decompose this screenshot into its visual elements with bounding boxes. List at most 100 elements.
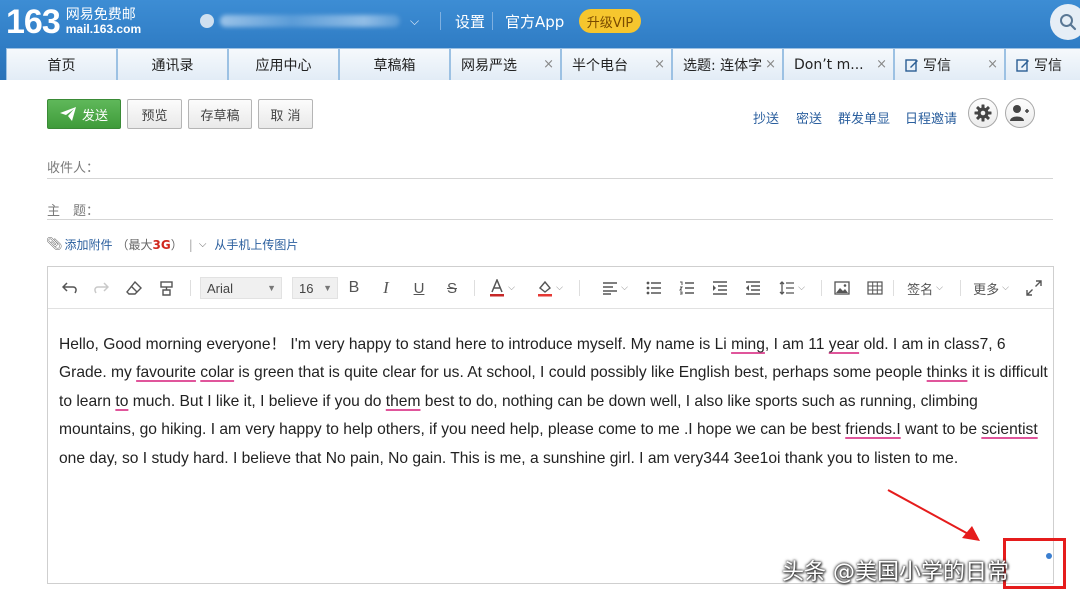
chevron-down-icon: ⌵ (410, 13, 420, 28)
bcc-link[interactable]: 密送 (796, 108, 822, 127)
editor-toolbar: Arial ▼ 16 ▼ B I U S ⌵ ⌵ ⌵ ⌵ 签名 ⌵ 更多 ⌵ (48, 267, 1053, 309)
send-button[interactable]: 发送 (47, 99, 121, 129)
tab-label: 通讯录 (151, 57, 194, 74)
body-text-segment: much. But I like it, I believe if you do (128, 392, 386, 410)
logo[interactable]: 163 网易免费邮 mail.163.com (6, 2, 141, 42)
close-icon[interactable]: × (987, 57, 998, 72)
font-family-value: Arial (207, 280, 234, 296)
tab-compose-2[interactable]: 写信 (1005, 48, 1080, 80)
tab-dont[interactable]: Don’t m... × (783, 48, 894, 80)
toolbar-divider (893, 280, 894, 296)
attachment-divider: | (188, 237, 193, 252)
indent-icon[interactable] (710, 278, 730, 298)
save-draft-button[interactable]: 存草稿 (188, 99, 252, 129)
italic-icon[interactable]: I (376, 278, 396, 298)
close-icon[interactable]: × (876, 57, 887, 72)
eraser-icon[interactable] (124, 278, 144, 298)
header-divider (492, 12, 493, 30)
body-text-segment: is green that is quite clear for us. At … (234, 364, 927, 382)
attachment-bar: 📎︎ 添加附件 （最大3G） | ⌵ 从手机上传图片 (46, 236, 298, 253)
misspelled-word: ming (731, 336, 765, 353)
preview-button[interactable]: 预览 (127, 99, 182, 129)
close-icon[interactable]: × (654, 57, 665, 72)
close-icon[interactable]: × (765, 57, 776, 72)
send-icon (59, 107, 76, 121)
more-menu[interactable]: 更多 ⌵ (970, 278, 1012, 298)
tab-contacts[interactable]: 通讯录 (117, 48, 228, 80)
add-user-icon (1010, 105, 1029, 121)
highlight-color-icon[interactable]: ⌵ (532, 278, 568, 298)
misspelled-word: scientist (981, 421, 1038, 439)
chevron-down-icon[interactable]: ⌵ (199, 239, 207, 250)
tab-topic[interactable]: 选题: 连体字 × (672, 48, 783, 80)
upgrade-vip-button[interactable]: 升级VIP (579, 9, 641, 33)
account-menu[interactable]: ⌵ (200, 10, 419, 32)
more-label: 更多 (973, 282, 1000, 298)
tab-label: 写信 (1034, 57, 1062, 74)
format-painter-icon[interactable] (157, 278, 177, 298)
paperclip-icon: 📎︎ (46, 237, 63, 252)
account-name-blurred (220, 15, 400, 27)
email-body[interactable]: Hello, Good morning everyone！ I'm very h… (59, 331, 1049, 473)
font-color-icon[interactable]: ⌵ (484, 278, 520, 298)
top-header: 163 网易免费邮 mail.163.com ⌵ 设置 官方App 升级VIP … (0, 0, 1080, 80)
settings-link[interactable]: 设置 (455, 11, 485, 32)
add-attachment-link[interactable]: 添加附件 (65, 236, 113, 253)
tab-radio[interactable]: 半个电台 × (561, 48, 672, 80)
tab-app-center[interactable]: 应用中心 (228, 48, 339, 80)
subject-input[interactable] (47, 219, 1053, 220)
line-height-icon[interactable]: ⌵ (774, 278, 810, 298)
search-button[interactable] (1050, 4, 1080, 40)
align-icon[interactable]: ⌵ (597, 278, 633, 298)
outdent-icon[interactable] (743, 278, 763, 298)
annotation-arrow (887, 489, 980, 541)
toolbar-divider (960, 280, 961, 296)
limit-suffix: ） (170, 238, 183, 252)
bulleted-list-icon[interactable] (644, 278, 664, 298)
send-label: 发送 (81, 108, 108, 124)
cc-link[interactable]: 抄送 (753, 108, 779, 127)
tab-home[interactable]: 首页 (6, 48, 117, 80)
signature-menu[interactable]: 签名 ⌵ (904, 278, 946, 298)
cancel-button[interactable]: 取 消 (258, 99, 313, 129)
logo-number: 163 (6, 2, 61, 41)
close-icon[interactable]: × (543, 57, 554, 72)
tab-label: 首页 (47, 57, 76, 74)
individual-send-link[interactable]: 群发单显 (838, 108, 890, 127)
settings-button[interactable] (968, 98, 998, 128)
compose-icon (1016, 58, 1029, 72)
body-text-segment: , I am 11 (764, 336, 829, 353)
gear-icon (974, 104, 992, 122)
bold-icon[interactable]: B (344, 278, 364, 298)
underline-icon[interactable]: U (409, 278, 429, 298)
misspelled-word: year (828, 336, 860, 353)
toolbar-divider (190, 280, 191, 296)
expand-icon[interactable] (1024, 278, 1044, 298)
body-text-segment: one day, so I study hard. I believe that… (59, 449, 959, 467)
add-contact-button[interactable] (1005, 98, 1035, 128)
misspelled-word: friends.I (845, 421, 901, 439)
tab-drafts[interactable]: 草稿箱 (339, 48, 450, 80)
toolbar-divider (821, 280, 822, 296)
toolbar-divider (579, 280, 580, 296)
watermark-text: 头条 @美国小学的日常 (782, 560, 1009, 585)
recipient-input[interactable] (47, 178, 1053, 179)
numbered-list-icon[interactable] (677, 278, 697, 298)
tab-compose[interactable]: 写信 × (894, 48, 1005, 80)
redo-icon[interactable] (91, 278, 111, 298)
chevron-down-icon: ▼ (267, 283, 276, 293)
official-app-link[interactable]: 官方App (505, 11, 564, 32)
strikethrough-icon[interactable]: S (442, 278, 462, 298)
account-avatar (200, 14, 214, 28)
font-size-select[interactable]: 16 ▼ (292, 277, 338, 299)
insert-image-icon[interactable] (832, 278, 852, 298)
undo-icon[interactable] (60, 278, 80, 298)
tab-yanxuan[interactable]: 网易严选 × (450, 48, 561, 80)
schedule-invite-link[interactable]: 日程邀请 (905, 108, 957, 127)
body-text-segment: want to be (900, 421, 982, 439)
misspelled-word: thinks (926, 364, 968, 382)
logo-url: mail.163.com (65, 22, 142, 37)
font-family-select[interactable]: Arial ▼ (200, 277, 282, 299)
insert-table-icon[interactable] (865, 278, 885, 298)
upload-from-phone-link[interactable]: 从手机上传图片 (214, 236, 298, 253)
